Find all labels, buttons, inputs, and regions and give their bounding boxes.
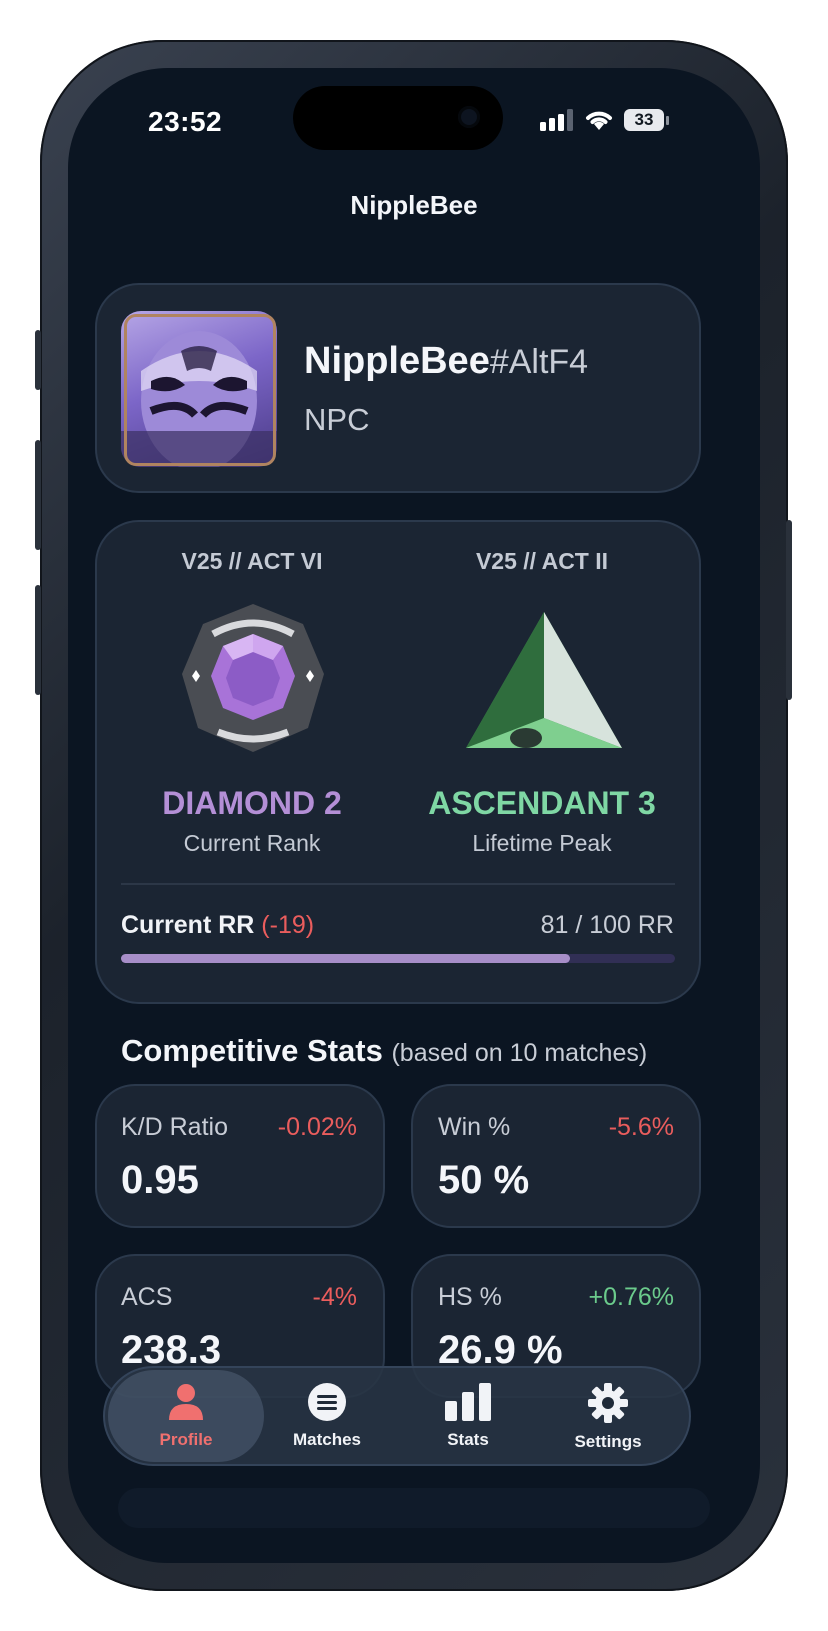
stat-card-win[interactable] bbox=[411, 1084, 701, 1228]
rr-progress-fill bbox=[121, 954, 570, 963]
stat-change: +0.76% bbox=[588, 1283, 675, 1311]
stat-card-kd[interactable] bbox=[95, 1084, 385, 1228]
avatar-frame bbox=[124, 314, 276, 466]
tab-label: Profile bbox=[159, 1430, 213, 1449]
rr-label: Current RR (-19) bbox=[121, 911, 315, 939]
status-time: 23:52 bbox=[148, 106, 223, 137]
peak-act-label: V25 // ACT II bbox=[475, 548, 609, 574]
stat-change: -5.6% bbox=[608, 1113, 674, 1141]
cellular-signal-icon bbox=[540, 109, 573, 131]
wifi-icon bbox=[586, 111, 612, 130]
tab-settings[interactable]: Settings bbox=[538, 1383, 678, 1452]
stat-label: HS % bbox=[438, 1283, 502, 1311]
peak-rank-label: Lifetime Peak bbox=[472, 830, 612, 856]
app-screen: 23:52 33 NippleBee NippleBee#AltF4 NPC V… bbox=[68, 68, 760, 1563]
tab-profile[interactable]: Profile bbox=[116, 1383, 256, 1450]
action-button bbox=[35, 330, 41, 390]
peak-rank-name: ASCENDANT 3 bbox=[428, 785, 656, 821]
power-button bbox=[786, 520, 792, 700]
stat-label: ACS bbox=[121, 1283, 173, 1311]
stat-change: -0.02% bbox=[277, 1113, 357, 1141]
battery-level: 33 bbox=[634, 110, 654, 129]
stat-label: K/D Ratio bbox=[121, 1113, 228, 1141]
tab-label: Stats bbox=[447, 1430, 489, 1449]
player-name: NippleBee#AltF4 bbox=[304, 340, 589, 382]
current-rank-label: Current Rank bbox=[183, 830, 321, 856]
camera-icon bbox=[458, 106, 480, 128]
rr-change: (-19) bbox=[261, 911, 315, 939]
rank-divider bbox=[121, 883, 675, 885]
gear-icon bbox=[588, 1383, 628, 1423]
person-icon bbox=[169, 1384, 203, 1420]
player-tag: #AltF4 bbox=[489, 343, 589, 381]
tab-label: Settings bbox=[574, 1432, 642, 1451]
diamond-rank-icon bbox=[182, 604, 324, 752]
tab-matches[interactable]: Matches bbox=[257, 1383, 397, 1450]
list-icon bbox=[308, 1383, 346, 1421]
stat-value: 0.95 bbox=[121, 1158, 199, 1202]
ascendant-rank-icon bbox=[466, 612, 622, 748]
volume-down-button bbox=[35, 585, 41, 695]
page-title: NippleBee bbox=[350, 190, 478, 220]
stat-value: 50 % bbox=[438, 1158, 530, 1202]
volume-up-button bbox=[35, 440, 41, 550]
current-rank-name: DIAMOND 2 bbox=[162, 785, 342, 821]
home-indicator-area bbox=[118, 1488, 710, 1528]
battery-cap bbox=[666, 116, 669, 125]
stat-change: -4% bbox=[312, 1283, 357, 1311]
tab-stats[interactable]: Stats bbox=[398, 1383, 538, 1450]
player-title: NPC bbox=[304, 402, 370, 437]
tab-label: Matches bbox=[292, 1430, 362, 1449]
current-act-label: V25 // ACT VI bbox=[181, 548, 323, 574]
stats-section-title: Competitive Stats (based on 10 matches) bbox=[121, 1033, 648, 1068]
rr-value: 81 / 100 RR bbox=[540, 911, 674, 939]
bar-chart-icon bbox=[445, 1383, 491, 1421]
stat-label: Win % bbox=[438, 1113, 511, 1141]
stats-section-subtitle: (based on 10 matches) bbox=[391, 1039, 648, 1067]
